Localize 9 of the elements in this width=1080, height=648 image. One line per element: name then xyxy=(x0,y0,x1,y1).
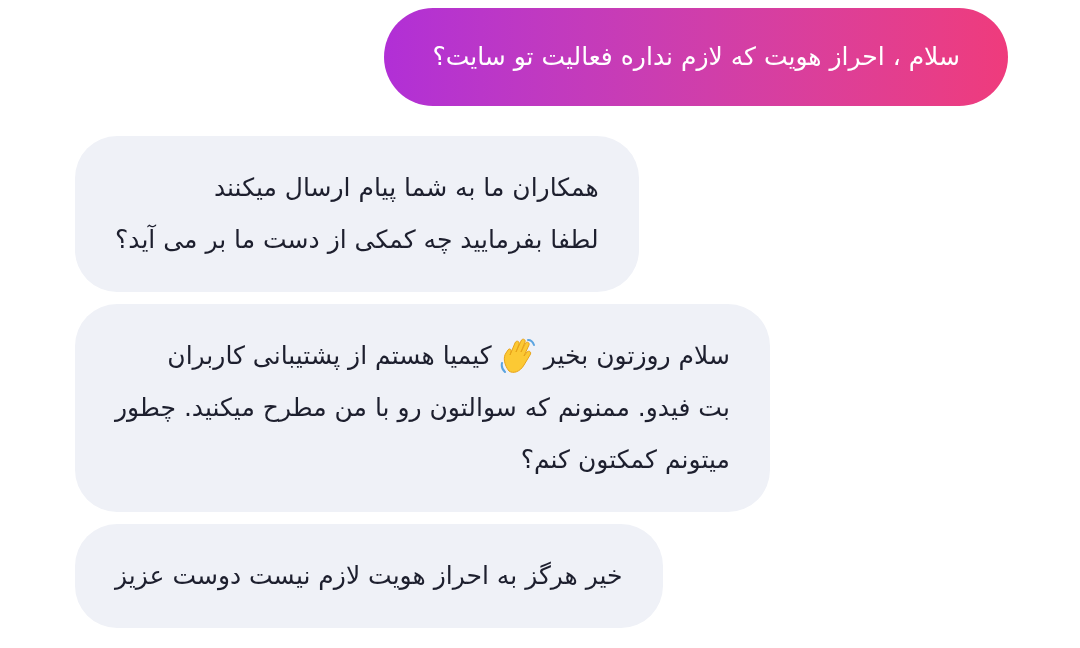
message-text: سلام ، احراز هویت که لازم نداره فعالیت تو سایت؟ xyxy=(432,41,960,73)
waving-hand-icon xyxy=(499,336,536,375)
message-text: لطفا بفرمایید چه کمکی از دست ما بر می آید؟ xyxy=(115,223,599,256)
message-text: سلام روزتون بخیر xyxy=(543,339,730,373)
message-text: خیر هرگز به احراز هویت لازم نیست دوست عزیز xyxy=(115,559,623,593)
message-text: کیمیا هستم از پشتیبانی کاربران xyxy=(167,339,492,372)
message-text: میتونم کمکتون کنم؟ xyxy=(520,443,730,476)
message-text: بت فیدو. ممنونم که سوالتون رو با من مطرح میکنید. چطور xyxy=(115,391,730,425)
message-text: همکاران ما به شما پیام ارسال میکنند xyxy=(213,171,599,204)
